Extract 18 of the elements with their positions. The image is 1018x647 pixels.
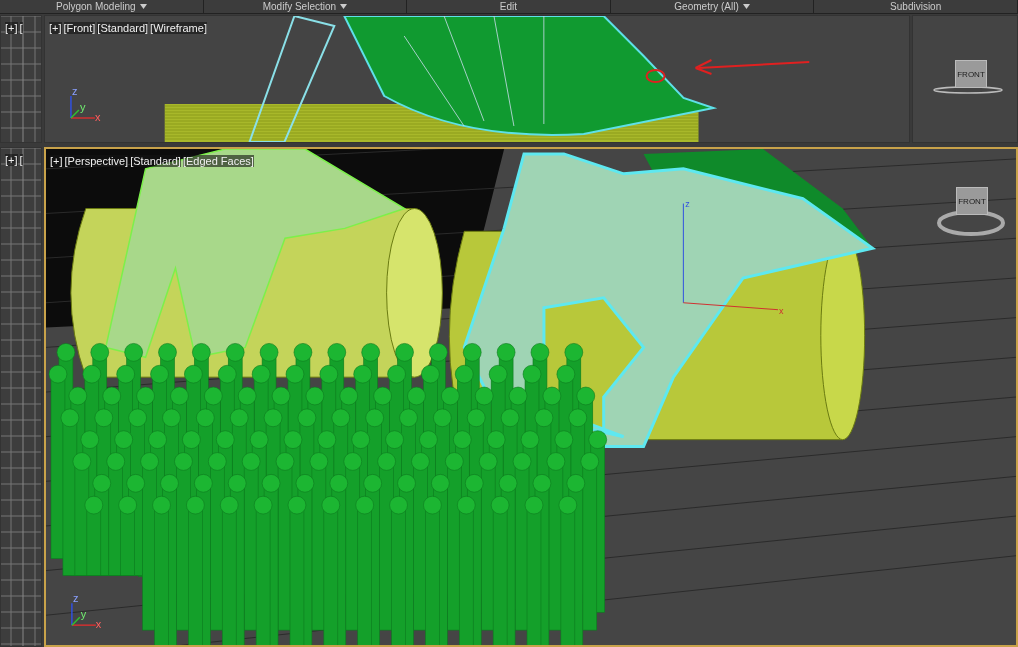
ribbon-tab[interactable]: Edit: [407, 0, 611, 13]
viewport-label[interactable]: [+]: [5, 22, 18, 34]
ribbon-tab[interactable]: Modify Selection: [203, 0, 408, 13]
viewport-label[interactable]: [+]: [5, 154, 18, 166]
viewport-label[interactable]: [+]: [49, 22, 62, 34]
viewport-label[interactable]: [Front]: [63, 22, 96, 34]
ribbon-tab[interactable]: Geometry (All): [610, 0, 815, 13]
viewport-label[interactable]: [Wireframe]: [150, 22, 207, 34]
circle-annotation: [645, 69, 666, 83]
front-viewport[interactable]: [+] [Front] [Standard] [Wireframe] z y x: [44, 15, 910, 143]
perspective-viewport[interactable]: [+] [Perspective] [Standard] [Edged Faces] z x z y x FRONT: [44, 147, 1018, 647]
ribbon-tab[interactable]: Subdivision: [814, 0, 1018, 13]
viewport-label[interactable]: [: [19, 22, 23, 34]
viewport-label[interactable]: [Standard]: [97, 22, 149, 34]
viewcube[interactable]: FRONT: [956, 187, 988, 215]
ribbon-tab[interactable]: Polygon Modeling: [0, 0, 204, 13]
viewcube[interactable]: FRONT: [955, 60, 987, 88]
viewport-label[interactable]: [: [19, 154, 23, 166]
